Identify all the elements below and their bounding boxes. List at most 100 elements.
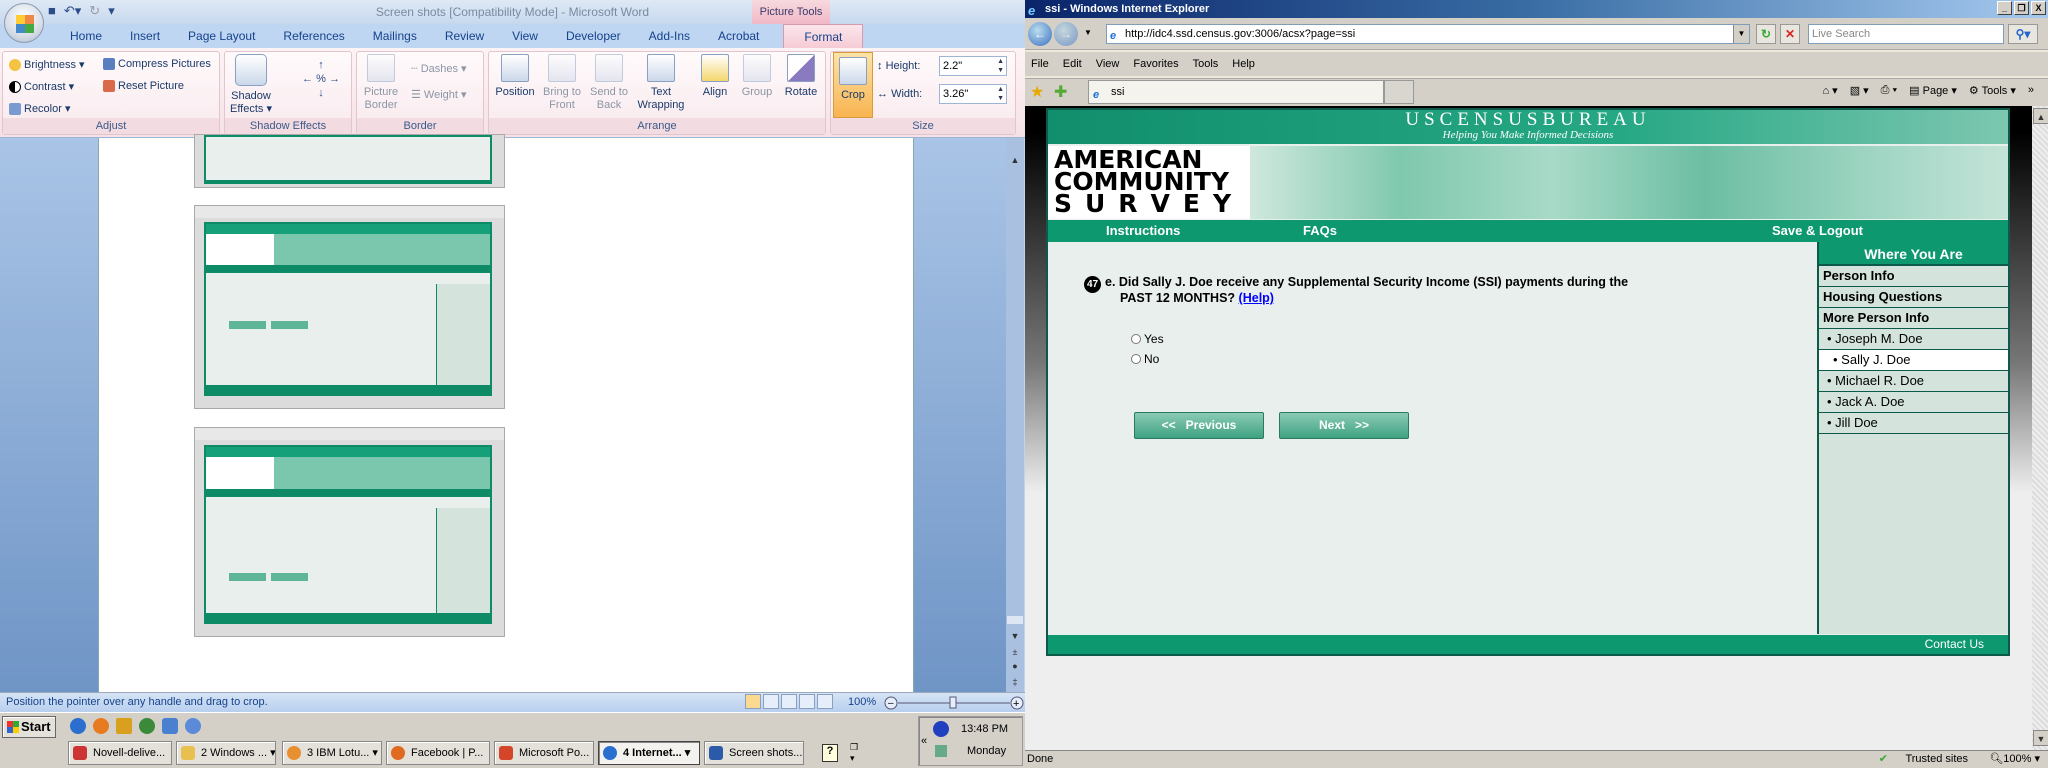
tab-page-layout[interactable]: Page Layout: [174, 24, 269, 48]
tab-home[interactable]: Home: [56, 24, 116, 48]
scroll-up-icon[interactable]: ▲: [2033, 108, 2048, 124]
full-screen-reading-icon[interactable]: [763, 694, 779, 709]
rotate-button[interactable]: Rotate: [779, 54, 823, 99]
print-icon[interactable]: ⎙ ▾: [1881, 84, 1897, 97]
ie-zoom[interactable]: 🔍︎100% ▾: [1989, 751, 2040, 768]
text-wrapping-button[interactable]: Text Wrapping: [633, 54, 689, 112]
zoom-level[interactable]: 100%: [848, 696, 876, 708]
menu-edit[interactable]: Edit: [1063, 52, 1082, 76]
sidebar-person-current[interactable]: • Sally J. Doe: [1819, 350, 2008, 371]
screenshot-image-1[interactable]: [194, 134, 505, 188]
draft-icon[interactable]: [817, 694, 833, 709]
network-icon[interactable]: [935, 745, 947, 757]
tray-expand-icon[interactable]: «: [921, 735, 927, 747]
compress-pictures-button[interactable]: Compress Pictures: [103, 58, 211, 71]
sidebar-person[interactable]: • Michael R. Doe: [1819, 371, 2008, 392]
stop-button[interactable]: ✕: [1780, 24, 1800, 44]
app2-icon[interactable]: [185, 718, 201, 734]
task-lotus[interactable]: 3 IBM Lotu... ▾: [282, 741, 382, 765]
group-button[interactable]: Group: [737, 54, 777, 99]
scroll-down-icon[interactable]: ▼: [2033, 730, 2048, 746]
position-button[interactable]: Position: [493, 54, 537, 99]
ie-icon[interactable]: [70, 718, 86, 734]
office-button[interactable]: [4, 3, 44, 43]
start-button[interactable]: Start: [2, 716, 56, 738]
search-input[interactable]: Live Search: [1808, 24, 2004, 44]
height-input[interactable]: 2.2" ▲ ▼: [939, 56, 1007, 76]
close-icon[interactable]: X: [2031, 1, 2046, 15]
tab-mailings[interactable]: Mailings: [359, 24, 431, 48]
menu-tools[interactable]: Tools: [1193, 52, 1219, 76]
save-icon[interactable]: ■: [48, 3, 56, 21]
contrast-button[interactable]: Contrast ▾: [9, 80, 74, 94]
address-bar[interactable]: e http://idc4.ssd.census.gov:3006/acsx?pa…: [1106, 24, 1750, 44]
network-monitor-icon[interactable]: [933, 721, 949, 737]
firefox-icon[interactable]: [93, 718, 109, 734]
tab-insert[interactable]: Insert: [116, 24, 174, 48]
sidebar-person[interactable]: • Jill Doe: [1819, 413, 2008, 434]
scroll-down-icon[interactable]: ▼: [1007, 628, 1023, 644]
task-novell[interactable]: Novell-delive...: [68, 741, 172, 765]
clock-time[interactable]: 13:48 PM: [961, 723, 1008, 735]
zoom-slider[interactable]: – +: [884, 696, 1024, 710]
taskbar-restore-icon[interactable]: ❐ ▾: [850, 742, 858, 764]
menu-file[interactable]: File: [1031, 52, 1049, 76]
customize-icon[interactable]: ▾: [108, 3, 115, 21]
print-layout-icon[interactable]: [745, 694, 761, 709]
chevron-icon[interactable]: »: [2028, 84, 2034, 97]
tools-menu[interactable]: ⚙ Tools ▾: [1969, 84, 2016, 97]
previous-button[interactable]: << Previous: [1134, 412, 1264, 439]
reset-picture-button[interactable]: Reset Picture: [103, 80, 184, 93]
new-tab-button[interactable]: [1384, 80, 1414, 104]
sidebar-person[interactable]: • Jack A. Doe: [1819, 392, 2008, 413]
picture-border-button[interactable]: Picture Border: [361, 54, 401, 112]
tab-add-ins[interactable]: Add-Ins: [635, 24, 704, 48]
home-icon[interactable]: ⌂ ▾: [1822, 84, 1837, 97]
nav-instructions[interactable]: Instructions: [1106, 220, 1180, 242]
menu-favorites[interactable]: Favorites: [1133, 52, 1178, 76]
add-favorite-icon[interactable]: ✚: [1054, 82, 1067, 102]
recolor-button[interactable]: Recolor ▾: [9, 102, 70, 116]
task-screen-shots[interactable]: Screen shots...: [704, 741, 804, 765]
tab-format[interactable]: Format: [783, 24, 864, 48]
task-powerpoint[interactable]: Microsoft Po...: [494, 741, 594, 765]
task-internet[interactable]: 4 Internet... ▾: [598, 741, 700, 765]
tab-review[interactable]: Review: [431, 24, 498, 48]
restore-icon[interactable]: ❐: [2014, 1, 2029, 15]
crop-button[interactable]: Crop: [833, 52, 873, 118]
tab-developer[interactable]: Developer: [552, 24, 635, 48]
brightness-button[interactable]: Brightness ▾: [9, 58, 85, 72]
task-facebook[interactable]: Facebook | P...: [386, 741, 490, 765]
tab-acrobat[interactable]: Acrobat: [704, 24, 773, 48]
bring-to-front-button[interactable]: Bring to Front: [539, 54, 585, 112]
menu-help[interactable]: Help: [1232, 52, 1255, 76]
sidebar-item-housing-questions[interactable]: Housing Questions: [1819, 287, 2008, 308]
radio-no[interactable]: No: [1131, 352, 1159, 366]
tab-view[interactable]: View: [498, 24, 552, 48]
address-dropdown-icon[interactable]: ▼: [1733, 25, 1749, 43]
help-tray-icon[interactable]: ?: [822, 744, 838, 762]
feeds-icon[interactable]: ▧ ▾: [1850, 84, 1869, 97]
sidebar-person[interactable]: • Joseph M. Doe: [1819, 329, 2008, 350]
security-zone[interactable]: Trusted sites: [1905, 751, 1968, 768]
page-menu[interactable]: ▤ Page ▾: [1909, 84, 1957, 97]
sidebar-item-person-info[interactable]: Person Info: [1819, 266, 2008, 287]
contact-us-link[interactable]: Contact Us: [1925, 637, 1984, 651]
tab-references[interactable]: References: [269, 24, 358, 48]
vertical-scrollbar[interactable]: ▲ ▼ ± ● ‡: [1006, 138, 1024, 692]
next-button[interactable]: Next >>: [1279, 412, 1409, 439]
forward-button[interactable]: →: [1054, 22, 1078, 46]
sidebar-item-more-person-info[interactable]: More Person Info: [1819, 308, 2008, 329]
align-button[interactable]: Align: [695, 54, 735, 99]
nav-save-logout[interactable]: Save & Logout: [1772, 220, 1863, 242]
back-button[interactable]: ←: [1028, 22, 1052, 46]
task-windows[interactable]: 2 Windows ... ▾: [176, 741, 276, 765]
send-to-back-button[interactable]: Send to Back: [587, 54, 631, 112]
favorites-star-icon[interactable]: ★: [1030, 82, 1044, 102]
browse-object-icon[interactable]: ●: [1007, 658, 1023, 674]
radio-icon[interactable]: [1131, 334, 1141, 344]
weight-button[interactable]: ☰ Weight ▾: [411, 88, 467, 101]
shadow-effects-button[interactable]: Shadow Effects ▾: [229, 54, 273, 116]
minimize-icon[interactable]: _: [1997, 1, 2012, 15]
search-button[interactable]: ⚲▾: [2008, 24, 2038, 44]
